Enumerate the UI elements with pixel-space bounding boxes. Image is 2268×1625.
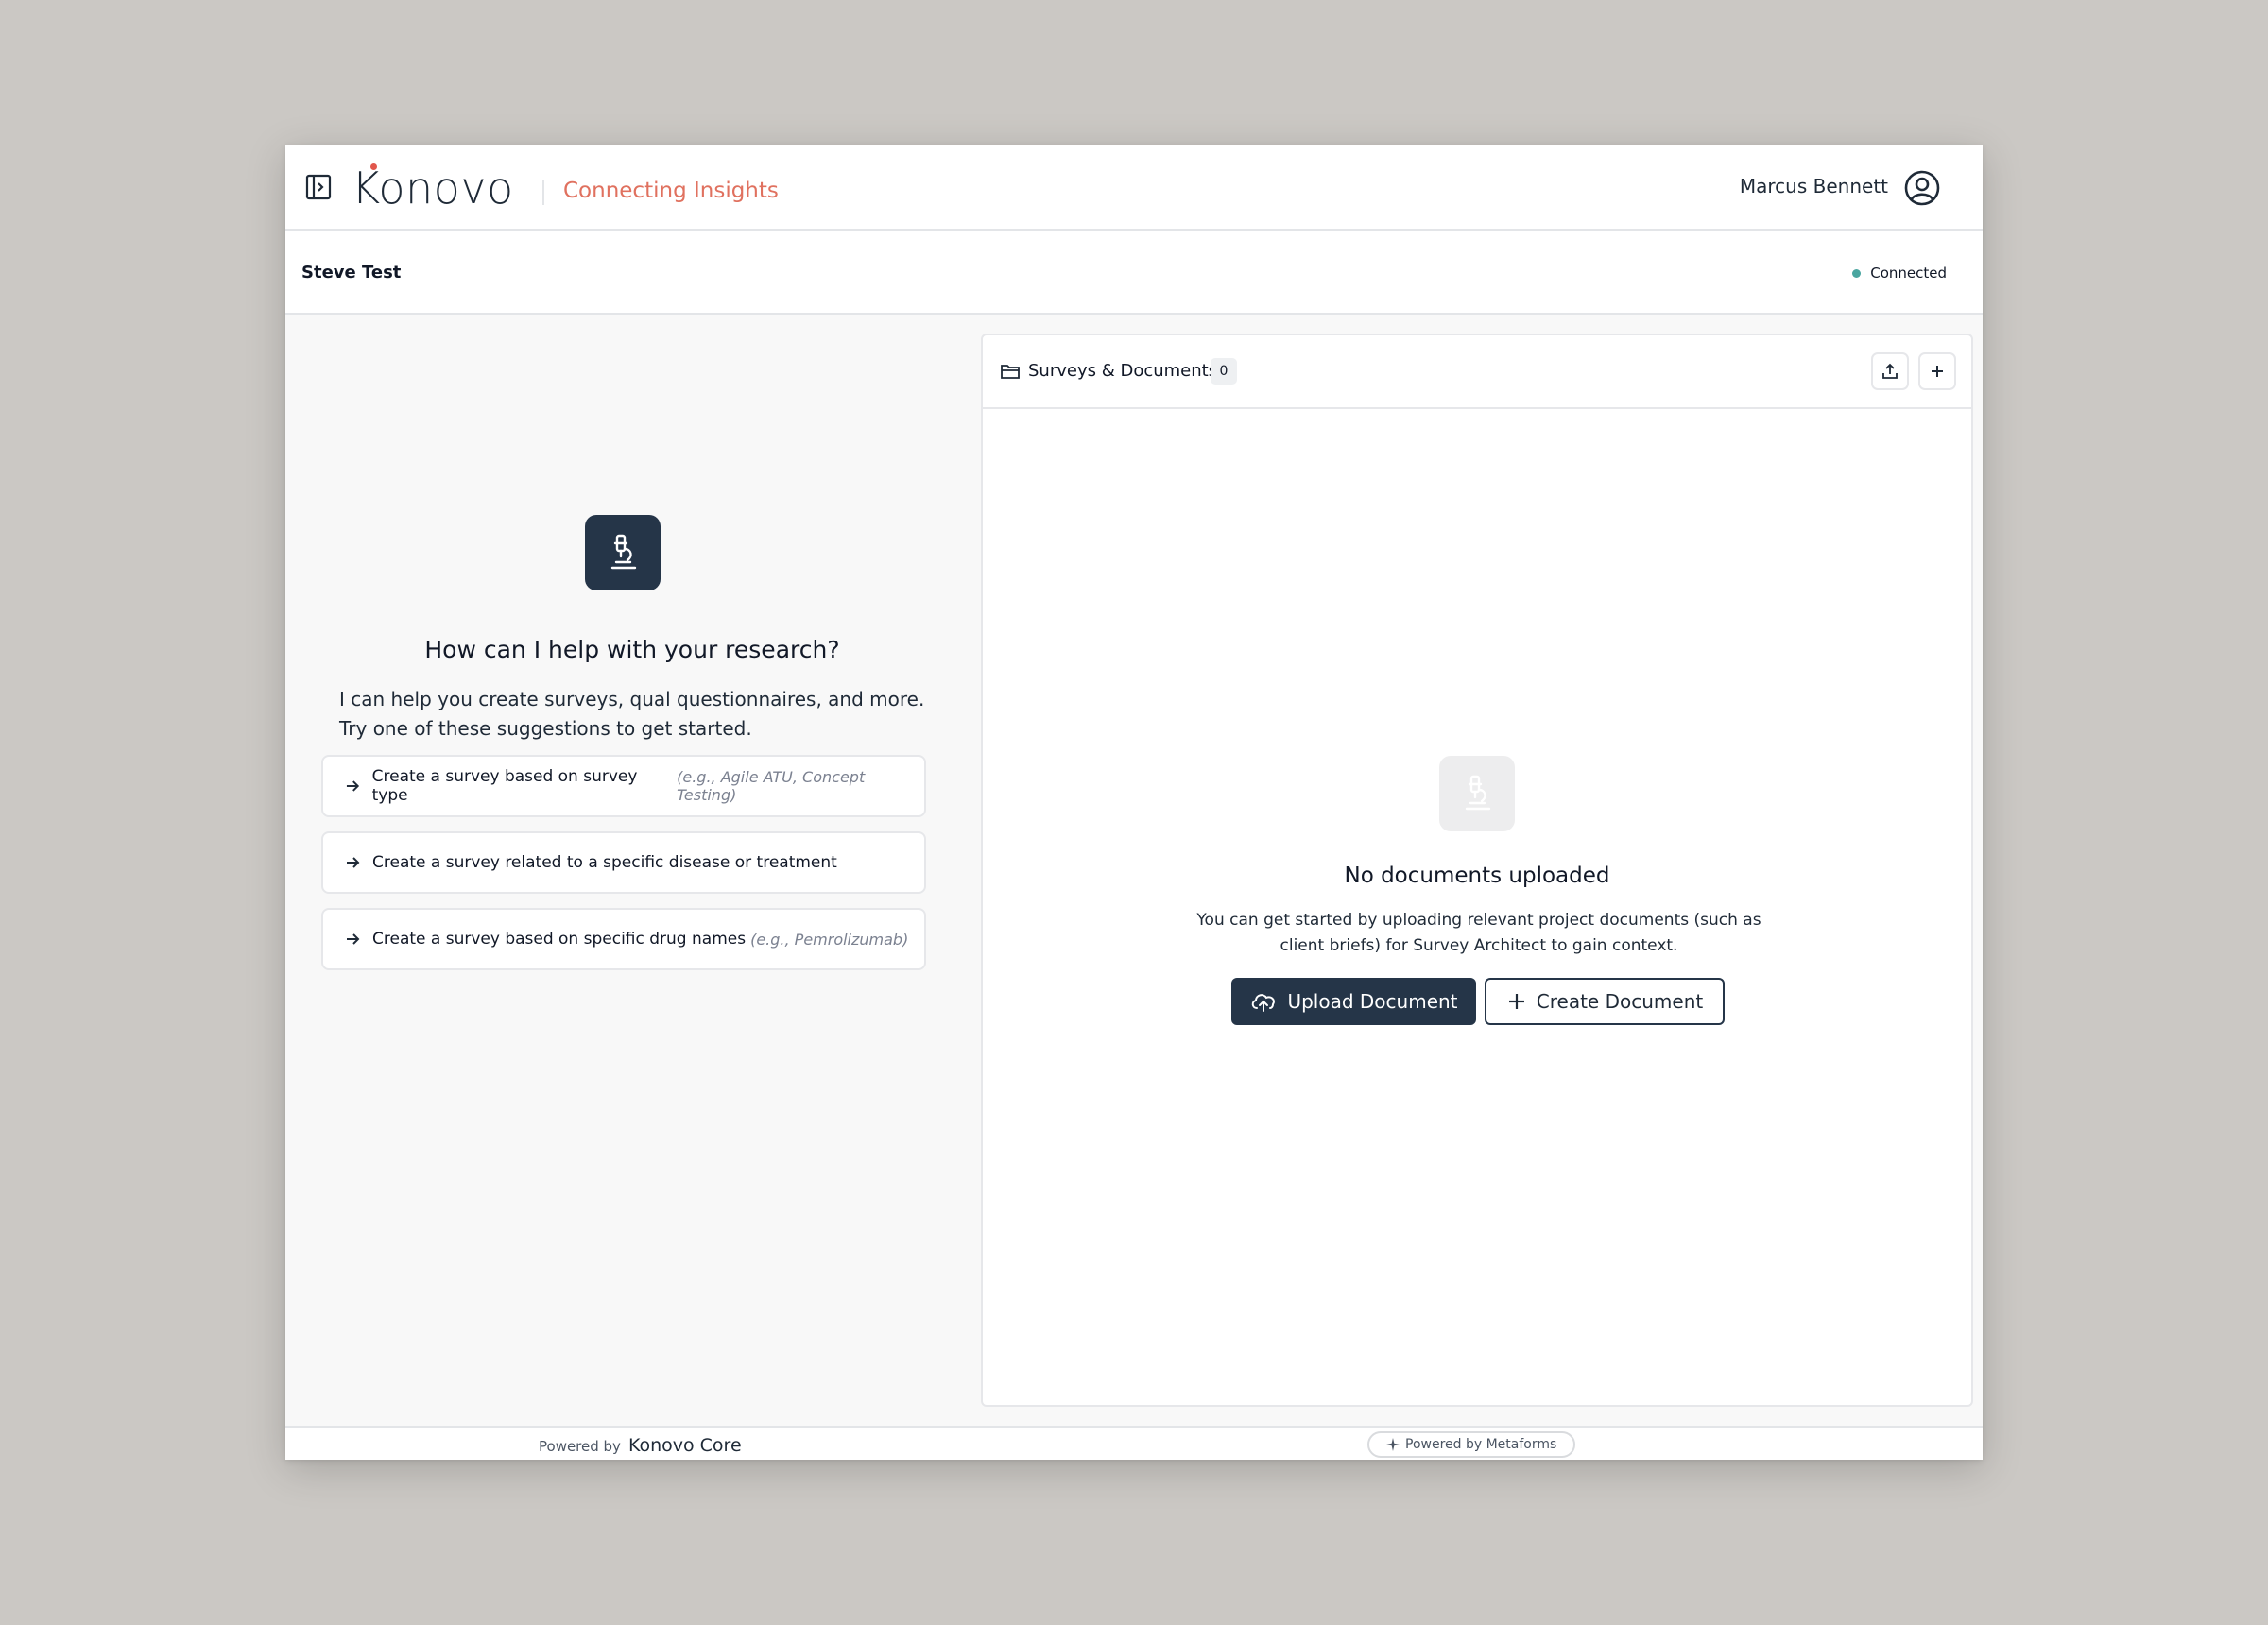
empty-state-icon — [1439, 756, 1515, 831]
app-header: Konovo Connecting Insights Marcus Bennet… — [285, 145, 1983, 231]
suggestion-disease-treatment[interactable]: Create a survey related to a specific di… — [321, 831, 926, 894]
user-name[interactable]: Marcus Bennett — [1740, 175, 1888, 197]
tagline: Connecting Insights — [563, 179, 779, 203]
folder-icon — [1001, 365, 1020, 379]
upload-button[interactable] — [1871, 352, 1909, 390]
suggestion-label: Create a survey related to a specific di… — [372, 853, 837, 872]
arrow-right-icon — [347, 857, 360, 868]
status-dot — [1852, 268, 1862, 278]
upload-document-label: Upload Document — [1287, 990, 1458, 1013]
suggestion-label: Create a survey based on specific drug n… — [372, 930, 747, 949]
powered-by-konovo: Powered by Konovo Core — [539, 1435, 742, 1456]
assistant-panel: How can I help with your research? I can… — [285, 315, 979, 1426]
empty-state-description: You can get started by uploading relevan… — [1196, 911, 1761, 955]
suggestion-drug-names[interactable]: Create a survey based on specific drug n… — [321, 908, 926, 970]
suggestion-hint: (e.g., Agile ATU, Concept Testing) — [677, 768, 866, 804]
documents-title: Surveys & Documents — [1028, 361, 1218, 381]
upload-icon — [1882, 363, 1898, 379]
suggestion-hint: (e.g., Pemrolizumab) — [750, 930, 909, 949]
upload-document-button[interactable]: Upload Document — [1231, 978, 1476, 1025]
powered-by-label: Powered by — [539, 1438, 621, 1455]
documents-card: Surveys & Documents 0 No documents uploa… — [981, 334, 1973, 1407]
assistant-description: I can help you create surveys, qual ques… — [339, 688, 925, 740]
powered-by-metaforms-badge[interactable]: Powered by Metaforms — [1367, 1431, 1576, 1458]
assistant-title: How can I help with your research? — [424, 636, 840, 663]
app-footer: Powered by Konovo Core Powered by Metafo… — [285, 1426, 1983, 1460]
powered-by-brand: Konovo Core — [627, 1435, 742, 1456]
create-document-button[interactable]: Create Document — [1485, 978, 1725, 1025]
connection-status: Connected — [1852, 265, 1947, 282]
user-circle-icon[interactable] — [1903, 169, 1941, 207]
sidebar-toggle-icon — [305, 174, 332, 200]
arrow-right-icon — [346, 780, 360, 792]
documents-count-badge: 0 — [1211, 358, 1237, 385]
logo-divider — [542, 180, 544, 205]
empty-state-title: No documents uploaded — [1344, 864, 1610, 888]
plus-icon — [1508, 994, 1524, 1009]
documents-panel: Surveys & Documents 0 No documents uploa… — [979, 315, 1983, 1426]
microscope-icon — [610, 534, 637, 570]
metaforms-label: Powered by Metaforms — [1405, 1437, 1557, 1452]
arrow-right-icon — [347, 933, 360, 945]
plus-icon — [1932, 366, 1943, 377]
app-window: Konovo Connecting Insights Marcus Bennet… — [285, 145, 1983, 1460]
add-button[interactable] — [1918, 352, 1956, 390]
logo-dot — [370, 163, 377, 170]
assistant-avatar — [585, 515, 661, 590]
sidebar-toggle-button[interactable] — [304, 173, 333, 201]
documents-header: Surveys & Documents 0 — [983, 335, 1971, 409]
status-label: Connected — [1870, 265, 1947, 282]
create-document-label: Create Document — [1536, 990, 1704, 1013]
suggestion-survey-type[interactable]: Create a survey based on survey type (e.… — [321, 755, 926, 817]
microscope-icon — [1465, 775, 1491, 811]
brand-logo[interactable]: Konovo — [352, 160, 514, 216]
project-bar: Steve Test Connected — [285, 231, 1983, 315]
brand-name: Konovo — [352, 162, 514, 214]
project-name: Steve Test — [301, 263, 402, 282]
sparkle-icon — [1386, 1438, 1400, 1451]
cloud-upload-icon — [1252, 994, 1276, 1012]
suggestion-label: Create a survey based on survey type — [371, 767, 638, 805]
